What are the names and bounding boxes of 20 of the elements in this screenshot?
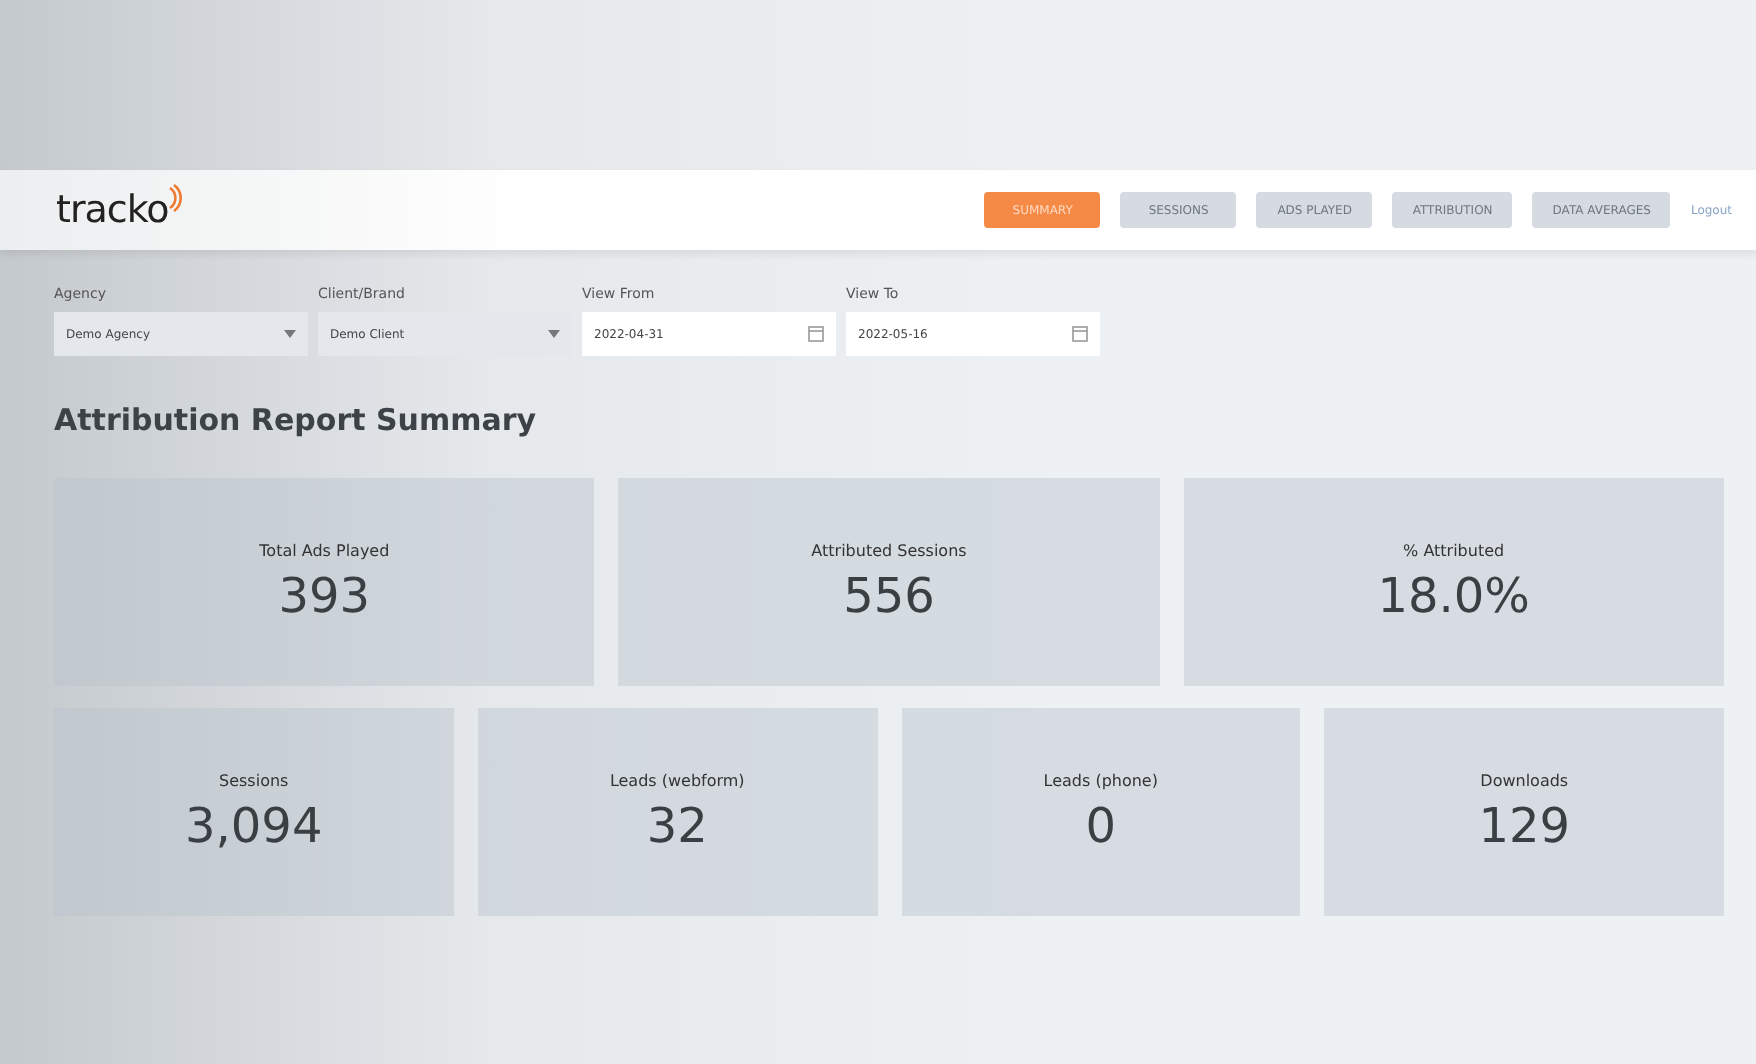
stat-value: 556 — [843, 567, 935, 623]
stat-label: Sessions — [219, 771, 289, 789]
stat-label: Attributed Sessions — [811, 541, 967, 559]
stat-label: Total Ads Played — [259, 541, 390, 559]
stat-value: 129 — [1478, 797, 1571, 853]
stat-value: 3,094 — [185, 797, 323, 853]
stat-label: Leads (phone) — [1043, 771, 1158, 789]
stat-value: 393 — [278, 567, 371, 623]
caret-icon — [284, 330, 296, 338]
stat-label: % Attributed — [1403, 541, 1505, 559]
page-title: Attribution Report Summary — [54, 402, 539, 438]
logo: tracko — [56, 188, 169, 232]
stat-value: 18.0% — [1377, 567, 1530, 623]
calendar-icon — [808, 326, 824, 342]
stat-label: Downloads — [1480, 771, 1569, 789]
stat-value: 0 — [1085, 797, 1117, 853]
stat-value: 32 — [646, 797, 708, 853]
caret-icon — [548, 330, 560, 338]
stat-label: Leads (webform) — [609, 771, 745, 789]
calendar-icon — [1072, 326, 1088, 342]
